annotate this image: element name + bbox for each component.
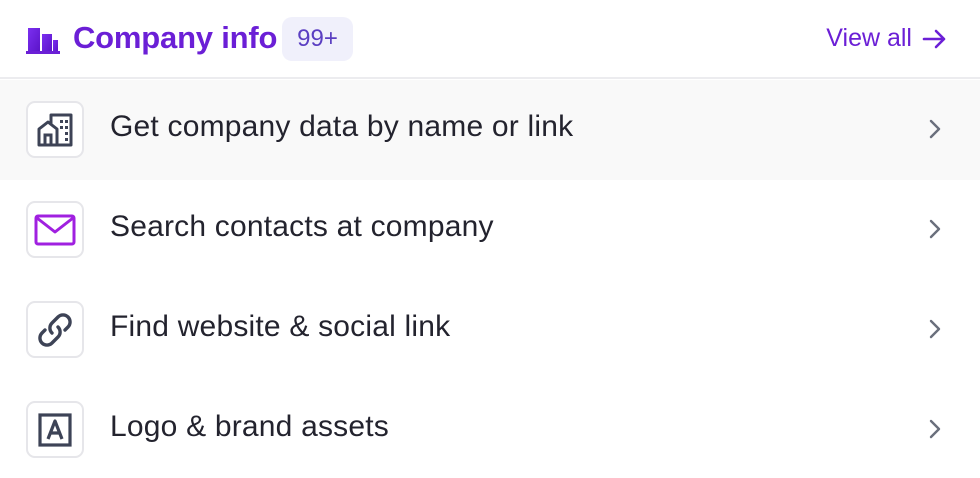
buildings-icon xyxy=(26,24,60,54)
chevron-right-icon xyxy=(929,319,941,339)
list-item-company-data[interactable]: Get company data by name or link xyxy=(0,80,980,180)
list-item-label: Logo & brand assets xyxy=(110,410,389,443)
page-title: Company info xyxy=(73,20,278,55)
icon-box xyxy=(26,201,84,258)
list-item-label: Get company data by name or link xyxy=(110,110,574,143)
building-icon xyxy=(37,113,73,146)
icon-box xyxy=(26,101,84,158)
view-all-label: View all xyxy=(826,24,912,52)
link-icon xyxy=(38,312,72,347)
list-item-logo-assets[interactable]: Logo & brand assets xyxy=(0,380,980,478)
list-item-label: Search contacts at company xyxy=(110,210,494,243)
list-item-find-website[interactable]: Find website & social link xyxy=(0,280,980,380)
count-badge: 99+ xyxy=(282,17,353,61)
arrow-right-icon xyxy=(922,29,946,48)
panel-header: Company info 99+ View all xyxy=(0,0,980,79)
icon-box xyxy=(26,401,84,458)
chevron-right-icon xyxy=(929,119,941,139)
list-item-search-contacts[interactable]: Search contacts at company xyxy=(0,180,980,280)
company-info-panel: Company info 99+ View all Get company da… xyxy=(0,0,980,478)
letter-a-logo-icon xyxy=(38,412,72,447)
view-all-link[interactable]: View all xyxy=(826,24,948,53)
list-item-label: Find website & social link xyxy=(110,310,451,343)
chevron-right-icon xyxy=(929,219,941,239)
envelope-icon xyxy=(34,214,76,245)
chevron-right-icon xyxy=(929,419,941,439)
icon-box xyxy=(26,301,84,358)
